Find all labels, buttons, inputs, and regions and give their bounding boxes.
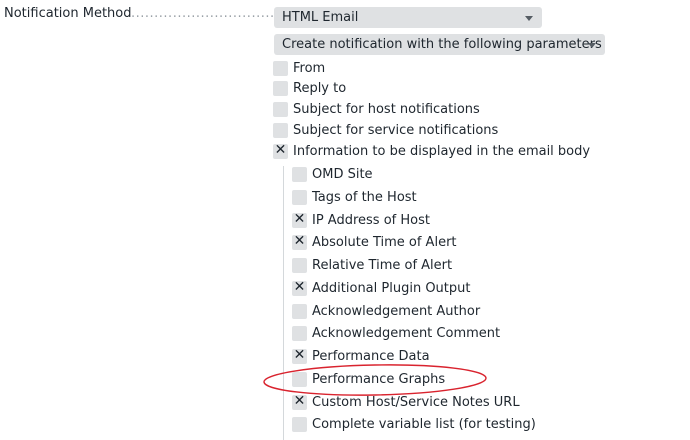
body-option-label: Acknowledgement Comment [312,326,501,341]
body-option-checkbox[interactable] [292,372,307,387]
body-option-label: OMD Site [312,167,373,182]
option-subject-service-checkbox[interactable] [273,123,288,138]
option-email-body-info-checkbox[interactable]: ✕ [273,142,288,159]
body-option-checkbox[interactable] [292,167,307,182]
option-subject-host-checkbox[interactable] [273,102,288,117]
body-option-checkbox[interactable] [292,304,307,319]
body-option-label: Performance Graphs [312,372,446,387]
option-subject-host-label: Subject for host notifications [293,102,480,117]
body-option-checkbox[interactable]: ✕ [292,347,307,364]
body-option-checkbox[interactable]: ✕ [292,279,307,296]
check-mark-icon: ✕ [293,233,306,249]
body-option-label: Acknowledgement Author [312,304,481,319]
body-option-label: Custom Host/Service Notes URL [312,395,520,410]
check-mark-icon [292,416,307,431]
body-option-checkbox[interactable] [292,258,307,273]
check-mark-icon [292,325,307,340]
body-option-label: Relative Time of Alert [312,258,453,273]
check-mark-icon [292,257,307,272]
check-mark-icon: ✕ [293,279,306,295]
body-option-checkbox[interactable]: ✕ [292,233,307,250]
chevron-down-icon [588,43,596,48]
option-reply-to-checkbox[interactable] [273,81,288,96]
check-mark-icon [273,101,288,116]
check-mark-icon [273,122,288,137]
notification-parameters-value: Create notification with the following p… [282,37,602,52]
check-mark-icon: ✕ [293,347,306,363]
check-mark-icon [292,189,307,204]
body-option-checkbox[interactable]: ✕ [292,393,307,410]
notification-method-value: HTML Email [282,10,359,25]
option-subject-service-label: Subject for service notifications [293,123,499,138]
option-from-checkbox[interactable] [273,61,288,76]
option-email-body-info-label: Information to be displayed in the email… [293,144,591,159]
body-option-label: Tags of the Host [312,190,417,205]
body-option-checkbox[interactable]: ✕ [292,211,307,228]
body-option-checkbox[interactable] [292,417,307,432]
notification-parameters-select[interactable]: Create notification with the following p… [274,34,605,55]
check-mark-icon: ✕ [293,211,306,227]
body-option-label: Additional Plugin Output [312,281,471,296]
chevron-down-icon [525,16,533,21]
check-mark-icon [292,166,307,181]
nested-options-divider [283,166,284,440]
body-option-label: Absolute Time of Alert [312,235,457,250]
option-from-label: From [293,61,326,76]
check-mark-icon [273,80,288,95]
notification-method-label: Notification Method [4,6,132,21]
check-mark-icon [292,303,307,318]
body-option-checkbox[interactable] [292,190,307,205]
notification-method-select[interactable]: HTML Email [274,7,542,28]
option-reply-to-label: Reply to [293,81,347,96]
body-option-checkbox[interactable] [292,326,307,341]
body-option-label: Complete variable list (for testing) [312,417,536,432]
check-mark-icon: ✕ [274,142,287,158]
body-option-label: IP Address of Host [312,213,430,228]
label-leader-dots: .................................. [131,6,289,21]
check-mark-icon [273,60,288,75]
body-option-label: Performance Data [312,349,430,364]
check-mark-icon: ✕ [293,393,306,409]
check-mark-icon [292,371,307,386]
notification-settings-form: Notification Method ....................… [0,0,690,440]
